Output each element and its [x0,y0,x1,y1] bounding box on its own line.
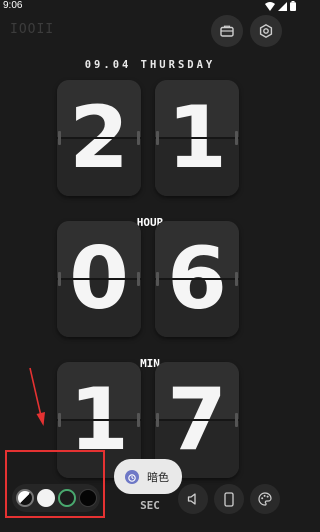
hour-ones-card: 1 [155,80,239,196]
palette-icon [258,492,272,506]
status-icons [265,1,296,11]
sound-icon [187,493,196,505]
phone-button[interactable] [214,484,244,514]
minute-ones-card: 6 [155,221,239,337]
status-bar: 9:06 [0,0,300,14]
theme-toast: 暗色 [114,459,182,494]
toast-text: 暗色 [147,470,169,484]
status-time: 9:06 [3,0,23,11]
signal-icon [278,1,287,11]
hour-label: HOUR [136,216,164,229]
wifi-icon [265,1,275,11]
battery-icon [290,1,296,11]
hour-tens-card: 2 [57,80,141,196]
settings-button[interactable] [250,15,282,47]
settings-icon [259,24,273,38]
phone-icon [224,491,234,507]
sound-button[interactable] [178,484,208,514]
app-icon [125,469,139,484]
app-title: IOOII [10,22,55,37]
date-label: 09.04 THURSDAY [84,59,216,71]
wallet-button[interactable] [211,15,243,47]
wallet-icon [220,25,234,37]
minute-label: MIN [140,357,160,370]
minute-tens-card: 0 [57,221,141,337]
annotation-highlight-box [5,450,105,518]
palette-button[interactable] [250,484,280,514]
